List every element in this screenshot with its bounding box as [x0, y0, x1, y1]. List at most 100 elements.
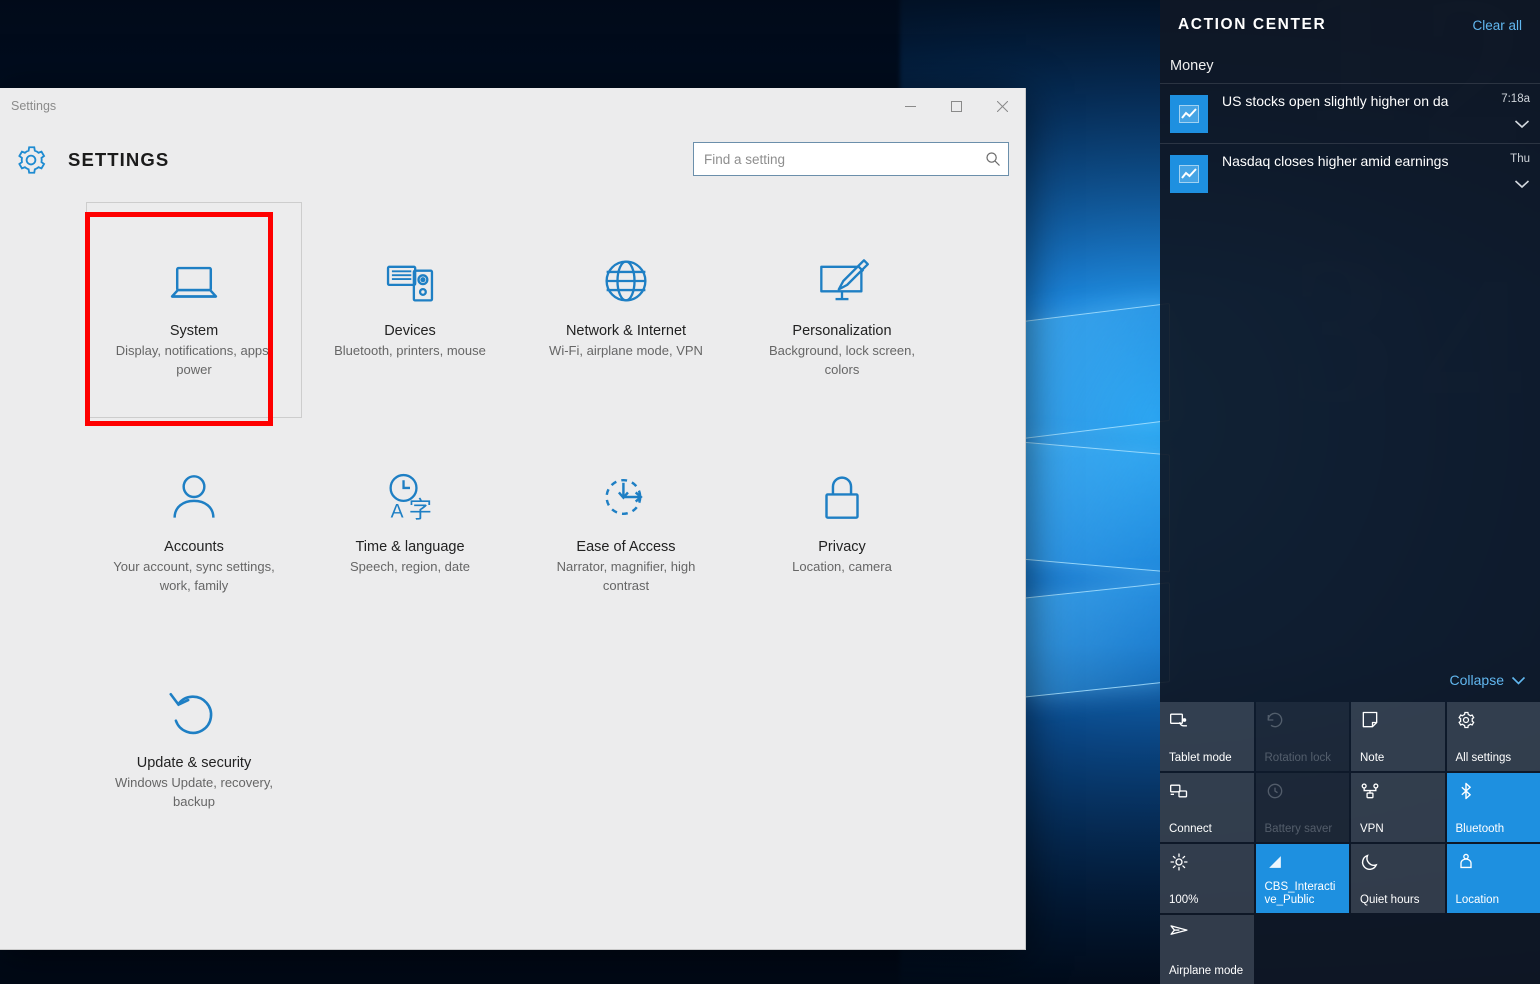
page-title: SETTINGS [68, 149, 170, 170]
settings-header: SETTINGS [0, 124, 1025, 196]
location-icon [1456, 852, 1476, 872]
quick-action-empty-slot [1256, 915, 1350, 984]
collapse-label: Collapse [1449, 672, 1504, 688]
moon-icon [1360, 852, 1380, 872]
tile-description: Your account, sync settings, work, famil… [113, 559, 275, 593]
devices-icon [379, 250, 441, 312]
rotation-lock-icon [1265, 710, 1285, 730]
window-titlebar[interactable]: Settings [0, 88, 1025, 124]
refresh-icon [163, 682, 225, 744]
maximize-button[interactable] [933, 88, 979, 124]
person-icon [163, 466, 225, 528]
connect-icon [1169, 781, 1189, 801]
tile-description: Narrator, magnifier, high contrast [556, 559, 696, 593]
quick-action-rotation-lock[interactable]: Rotation lock [1255, 702, 1349, 771]
tile-label: Accounts [164, 539, 224, 555]
tile-description: Display, notifications, apps, power [115, 343, 273, 377]
minimize-button[interactable] [887, 88, 933, 124]
quick-action-label: All settings [1455, 751, 1512, 764]
collapse-button[interactable]: Collapse [1450, 672, 1526, 688]
quick-action-label: 100% [1169, 893, 1199, 906]
settings-tile-update-security[interactable]: Update & security Windows Update, recove… [86, 634, 302, 850]
quick-action-battery-saver[interactable]: Battery saver [1255, 773, 1349, 842]
settings-tile-privacy[interactable]: Privacy Location, camera [734, 418, 950, 634]
lock-icon [811, 466, 873, 528]
paintbrush-monitor-icon [811, 250, 873, 312]
vpn-icon [1360, 781, 1380, 801]
notification-meta: Thu [1490, 153, 1530, 194]
tile-description: Speech, region, date [350, 559, 470, 574]
notification-item[interactable]: US stocks open slightly higher on da 7:1… [1160, 83, 1540, 143]
notification-item[interactable]: Nasdaq closes higher amid earnings Thu [1160, 143, 1540, 203]
quick-action-label: Rotation lock [1264, 751, 1331, 764]
quick-action-all-settings[interactable]: All settings [1446, 702, 1540, 771]
tablet-mode-icon [1169, 710, 1189, 730]
settings-tile-ease-of-access[interactable]: Ease of Access Narrator, magnifier, high… [518, 418, 734, 634]
tile-label: Update & security [136, 755, 252, 771]
quick-actions-grid: Tablet mode Rotation lock Note All setti… [1160, 702, 1540, 984]
quick-action-note[interactable]: Note [1351, 702, 1445, 771]
quick-action-label: Tablet mode [1169, 751, 1232, 764]
tile-description: Background, lock screen, colors [769, 343, 915, 377]
quick-action-label: Battery saver [1264, 822, 1333, 835]
quick-action-brightness[interactable]: 100% [1160, 844, 1254, 913]
close-button[interactable] [979, 88, 1025, 124]
settings-tile-personalization[interactable]: Personalization Background, lock screen,… [734, 202, 950, 418]
brightness-icon [1169, 852, 1189, 872]
action-center-title: ACTION CENTER [1178, 16, 1327, 33]
gear-icon [14, 143, 48, 177]
quick-action-label: CBS_Interactive_Public [1264, 880, 1336, 906]
settings-tile-time-language[interactable]: A 字 Time & language Speech, region, date [302, 418, 518, 634]
tile-label: Time & language [355, 539, 465, 555]
window-controls [887, 88, 1025, 124]
settings-tile-accounts[interactable]: Accounts Your account, sync settings, wo… [86, 418, 302, 634]
tile-description: Wi-Fi, airplane mode, VPN [549, 343, 703, 358]
quick-action-label: Bluetooth [1455, 822, 1505, 835]
clear-all-button[interactable]: Clear all [1472, 18, 1522, 33]
quick-action-connect[interactable]: Connect [1160, 773, 1254, 842]
svg-text:字: 字 [409, 497, 432, 523]
quick-action-location[interactable]: Location [1446, 844, 1540, 913]
notification-text: US stocks open slightly higher on da [1222, 93, 1449, 109]
quick-action-bluetooth[interactable]: Bluetooth [1446, 773, 1540, 842]
quick-action-vpn[interactable]: VPN [1351, 773, 1445, 842]
collapse-row: Collapse [1160, 672, 1540, 702]
quick-action-quiet-hours[interactable]: Quiet hours [1351, 844, 1445, 913]
notification-meta: 7:18a [1490, 93, 1530, 134]
clock-language-icon: A 字 [379, 466, 441, 528]
money-app-icon [1170, 155, 1208, 193]
settings-tile-network[interactable]: Network & Internet Wi-Fi, airplane mode,… [518, 202, 734, 418]
tile-label: Network & Internet [565, 323, 687, 339]
window-title: Settings [11, 99, 57, 113]
bluetooth-icon [1456, 781, 1476, 801]
notification-text: Nasdaq closes higher amid earnings [1222, 153, 1449, 169]
search-icon[interactable] [978, 144, 1008, 174]
search-box[interactable] [693, 142, 1009, 176]
battery-saver-icon [1265, 781, 1285, 801]
quick-action-label: Connect [1169, 822, 1212, 835]
quick-action-airplane-mode[interactable]: Airplane mode [1160, 915, 1254, 984]
quick-action-empty-slot [1351, 915, 1445, 984]
quick-action-tablet-mode[interactable]: Tablet mode [1160, 702, 1254, 771]
notification-list: US stocks open slightly higher on da 7:1… [1160, 83, 1540, 203]
notification-group-label: Money [1170, 58, 1214, 74]
settings-tile-grid: System Display, notifications, apps, pow… [0, 196, 1025, 850]
chevron-down-icon[interactable] [1514, 116, 1530, 134]
maximize-icon [950, 100, 962, 112]
chevron-down-icon[interactable] [1514, 176, 1530, 194]
wifi-icon [1265, 852, 1285, 872]
gear-icon [1456, 710, 1476, 730]
settings-tile-devices[interactable]: Devices Bluetooth, printers, mouse [302, 202, 518, 418]
settings-tile-system[interactable]: System Display, notifications, apps, pow… [86, 202, 302, 418]
tile-description: Windows Update, recovery, backup [115, 775, 273, 809]
tile-label: Privacy [818, 539, 866, 555]
note-icon [1360, 710, 1380, 730]
notification-body: Nasdaq closes higher amid earnings [1208, 153, 1490, 169]
quick-action-wifi[interactable]: CBS_Interactive_Public [1255, 844, 1349, 913]
windows-hero-logo [1010, 290, 1170, 730]
minimize-icon [904, 105, 916, 107]
money-app-icon [1170, 95, 1208, 133]
quick-action-label: Airplane mode [1169, 964, 1244, 977]
search-input[interactable] [694, 151, 978, 167]
chevron-down-icon [1511, 676, 1526, 685]
